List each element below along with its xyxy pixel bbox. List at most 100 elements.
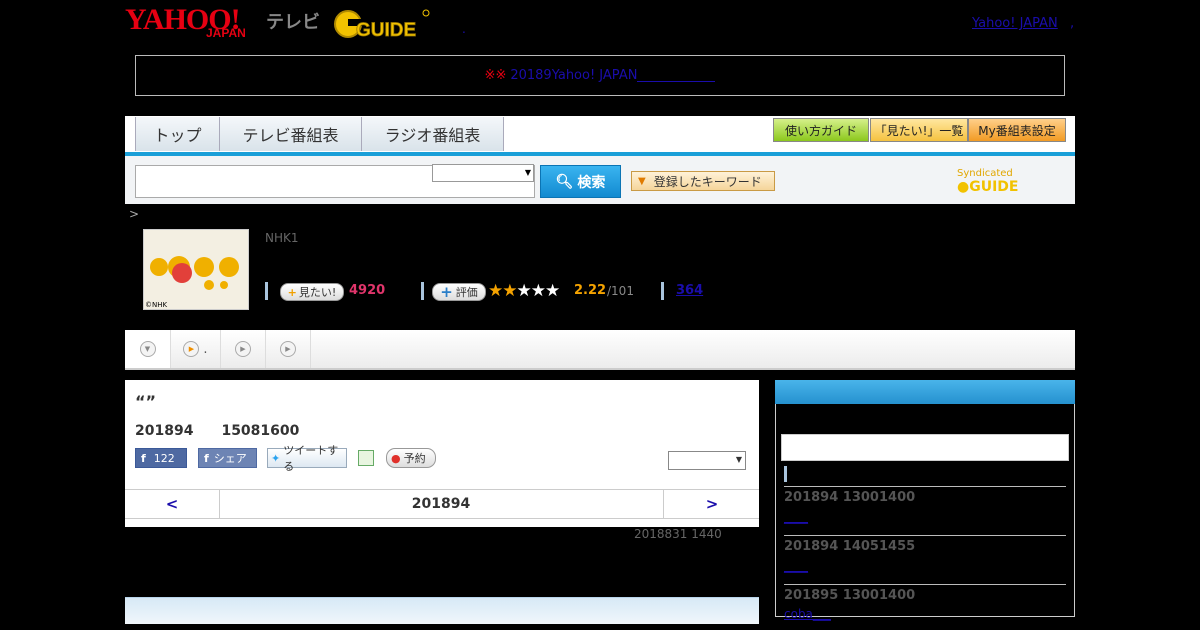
saved-keywords-label: 登録したキーワード [653,174,762,189]
sidebar-entry-date: 201894 13001400 [784,490,916,505]
yahoo-japan-logo-text: JAPAN [206,26,246,40]
star-empty-icon: ★ [545,281,560,301]
thumb-credit: ©NHK [145,301,168,309]
updated-timestamp: 2018831 1440 [634,527,722,541]
broadcast-datetime: 201894 15081600 [135,423,300,439]
pager-prev-link[interactable]: < [125,490,220,518]
divider-bar [421,282,424,300]
tab-radio-schedule[interactable]: ラジオ番組表 [361,117,504,151]
yahoo-japan-link[interactable]: Yahoo! JAPAN [972,16,1058,31]
reserve-button[interactable]: ● 予約 [386,448,436,468]
want-button-label: 見たい! [298,286,337,299]
star-empty-icon: ★ [530,281,546,301]
divider-bar [784,466,787,482]
pager-date: 201894 [411,496,471,512]
program-title: “” [135,392,157,411]
tab-tv-schedule[interactable]: テレビ番組表 [219,117,362,151]
clip-icon[interactable] [358,450,374,466]
search-icon: 🔍︎ [555,173,574,190]
tab-dropdown[interactable]: ▼ [125,330,171,368]
review-count-link[interactable]: 364 [676,283,703,298]
plus-icon: + [287,285,297,299]
notice-box: ※※ 20189Yahoo! JAPAN [135,55,1065,96]
tweet-button[interactable]: ✦ ツイートする [267,444,347,473]
main-nav: トップ テレビ番組表 ラジオ番組表 使い方ガイド 「見たい!」一覧 My番組表設… [125,116,1075,156]
record-icon: ● [391,451,401,465]
play-icon: ▶ [235,341,251,357]
rate-button[interactable]: + 評価 [432,283,486,301]
guide-button[interactable]: 使い方ガイド [773,118,869,142]
tab-item-1[interactable]: ▶ . [171,330,221,368]
sidebar-entry-date: 201894 14051455 [784,539,916,554]
twitter-icon: ✦ [271,451,281,465]
sidebar-divider [784,535,1066,536]
sidebar-input[interactable] [781,434,1069,461]
star-filled-icon: ★ [502,281,517,301]
sidebar-header [775,380,1075,404]
chevron-down-icon: ▼ [524,168,531,177]
chevron-down-icon: ▼ [139,341,156,357]
notice-link-underline [637,69,716,82]
saved-keywords-button[interactable]: ▼ 登録したキーワード [631,171,775,191]
triangle-down-icon: ▼ [638,175,646,187]
tab-item-3[interactable]: ▶ [266,330,311,368]
section-header-bar [125,597,759,624]
gguide-logo[interactable]: GUIDE [334,7,430,41]
program-logo-image [144,230,248,309]
play-icon: ▶ [183,341,200,357]
channel-name: NHK1 [265,231,299,245]
search-bar: ▼ 🔍︎ 検索 ▼ 登録したキーワード Syndicated ●GUIDE [125,156,1075,204]
search-button[interactable]: 🔍︎ 検索 [540,165,621,198]
facebook-share-label: シェア [213,452,247,465]
star-filled-icon: ★ [488,281,503,301]
date-pager: < 201894 > [125,489,759,519]
program-detail-panel: “” 201894 15081600 f 122 f シェア ✦ ツイートする … [125,380,759,527]
divider-bar [661,282,664,300]
divider-bar [265,282,268,300]
play-icon: ▶ [280,341,296,357]
header-dot: . [462,22,466,36]
rating-total: /101 [607,284,634,298]
search-category-select[interactable]: ▼ [432,164,534,182]
sidebar-entry-date: 201895 13001400 [784,588,916,603]
tab-item-2[interactable]: ▶ [221,330,266,368]
sidebar-divider [784,486,1066,487]
facebook-like-count: 122 [153,451,175,465]
tweet-label: ツイートする [283,444,339,473]
sidebar-entry-link[interactable]: ____ [784,510,808,524]
program-tabstrip: ▼ ▶ . ▶ ▶ [125,330,1075,370]
search-button-label: 検索 [577,174,606,191]
share-select[interactable]: ▼ [668,451,746,470]
want-to-watch-button[interactable]: + 見たい! [280,283,344,301]
gguide-small-logo: ●GUIDE [957,179,1019,195]
my-schedule-button[interactable]: My番組表設定 [968,118,1066,142]
rating-value: 2.22 [574,283,607,298]
reserve-label: 予約 [403,452,426,465]
breadcrumb: > [129,207,140,221]
notice-mark: ※※ [484,68,507,83]
plus-icon: + [440,283,453,301]
header-separator: , [1070,16,1075,31]
chevron-down-icon: ▼ [735,455,742,464]
syndicated-gguide-logo: Syndicated ●GUIDE [957,168,1075,195]
rate-button-label: 評価 [455,286,478,299]
rating-stars: ★★★★★ [488,281,560,301]
svg-text:GUIDE: GUIDE [356,20,416,41]
tv-logo[interactable]: テレビ [266,8,320,34]
program-thumbnail: ©NHK [143,229,249,310]
tab-item-1-label: . [203,341,208,357]
sidebar-entry-link[interactable]: ____ [784,559,808,573]
syndicated-label: Syndicated [957,168,1013,179]
tab-top[interactable]: トップ [135,117,220,151]
notice-link[interactable]: 20189Yahoo! JAPAN [510,68,637,83]
sidebar-divider [784,584,1066,585]
pager-next-link[interactable]: > [663,490,760,518]
facebook-share-button[interactable]: f シェア [198,448,257,468]
facebook-icon: f [204,451,209,465]
facebook-icon: f [141,451,146,465]
want-count: 4920 [349,283,386,298]
star-empty-icon: ★ [516,281,532,301]
want-list-button[interactable]: 「見たい!」一覧 [870,118,968,142]
sidebar-entry-link[interactable]: coba___ [784,607,831,621]
facebook-like-button[interactable]: f 122 [135,448,187,468]
